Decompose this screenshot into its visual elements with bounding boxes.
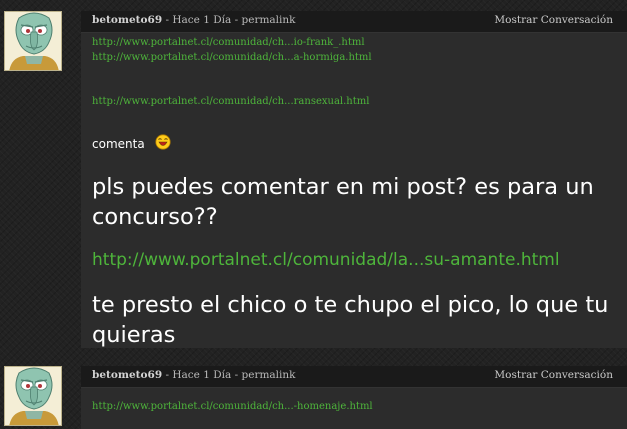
post-content: http://www.portalnet.cl/comunidad/ch...-… — [81, 388, 627, 429]
show-conversation-link[interactable]: Mostrar Conversación — [494, 14, 613, 26]
timestamp: Hace 1 Día — [172, 14, 232, 26]
avatar[interactable] — [4, 366, 62, 426]
permalink-link[interactable]: permalink — [242, 369, 296, 381]
post-meta-bar: betometo69 - Hace 1 Día - permalink Most… — [81, 11, 627, 33]
username-link[interactable]: betometo69 — [92, 369, 162, 381]
post-meta: betometo69 - Hace 1 Día - permalink — [92, 369, 296, 381]
separator: - — [231, 369, 242, 381]
post-link[interactable]: http://www.portalnet.cl/comunidad/ch...i… — [92, 37, 365, 48]
squidward-avatar-icon — [5, 367, 61, 425]
separator: - — [231, 14, 242, 26]
laughing-smiley-icon — [155, 134, 171, 150]
post-link-large[interactable]: http://www.portalnet.cl/comunidad/la...s… — [92, 250, 560, 270]
post-meta: betometo69 - Hace 1 Día - permalink — [92, 14, 296, 26]
post: betometo69 - Hace 1 Día - permalink Most… — [0, 366, 627, 429]
permalink-link[interactable]: permalink — [242, 14, 296, 26]
post-meta-bar: betometo69 - Hace 1 Día - permalink Most… — [81, 366, 627, 388]
post-message: pls puedes comentar en mi post? es para … — [92, 174, 594, 230]
post-link[interactable]: http://www.portalnet.cl/comunidad/ch...a… — [92, 52, 372, 63]
post-content: http://www.portalnet.cl/comunidad/ch...i… — [81, 33, 627, 348]
post-link[interactable]: http://www.portalnet.cl/comunidad/ch...-… — [92, 401, 373, 412]
post-message: te presto el chico o te chupo el pico, l… — [92, 292, 609, 348]
comment-label: comenta — [92, 137, 145, 151]
username-link[interactable]: betometo69 — [92, 14, 162, 26]
separator: - — [162, 369, 173, 381]
post: betometo69 - Hace 1 Día - permalink Most… — [0, 11, 627, 351]
avatar[interactable] — [4, 11, 62, 71]
squidward-avatar-icon — [5, 12, 61, 70]
timestamp: Hace 1 Día — [172, 369, 232, 381]
separator: - — [162, 14, 173, 26]
post-link[interactable]: http://www.portalnet.cl/comunidad/ch...r… — [92, 96, 369, 107]
show-conversation-link[interactable]: Mostrar Conversación — [494, 369, 613, 381]
